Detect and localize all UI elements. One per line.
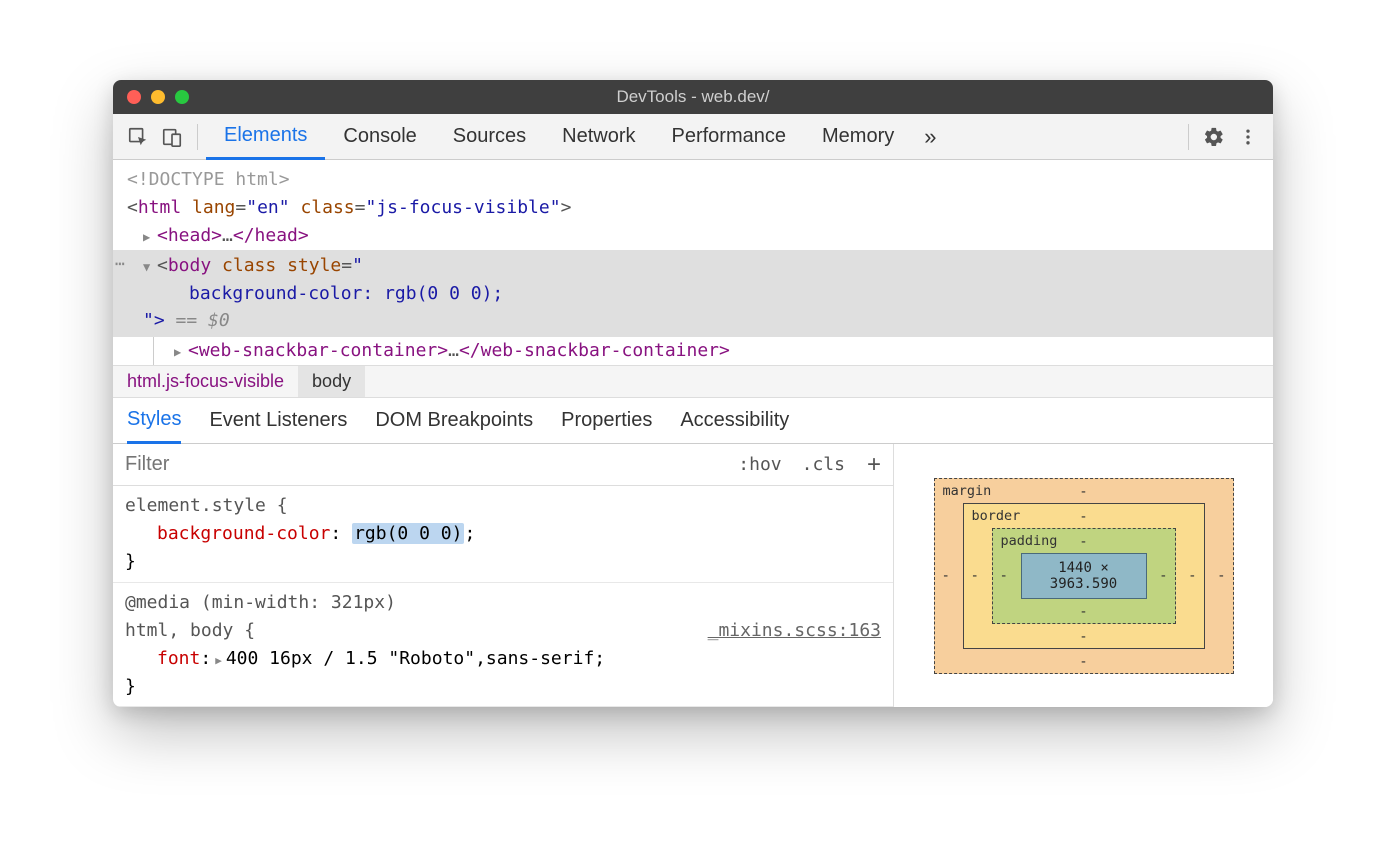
tab-network[interactable]: Network (544, 114, 653, 160)
bm-padding-label: padding (1001, 533, 1058, 549)
dom-snackbar[interactable]: ▶<web-snackbar-container>…</web-snackbar… (153, 337, 1273, 365)
bm-content-size: 1440 × 3963.590 (1021, 553, 1147, 599)
subtab-dom-breakpoints[interactable]: DOM Breakpoints (375, 398, 533, 444)
subtab-properties[interactable]: Properties (561, 398, 652, 444)
dom-tree[interactable]: <!DOCTYPE html> <html lang="en" class="j… (113, 160, 1273, 365)
styles-rules: :hov .cls + element.style { background-c… (113, 444, 893, 707)
styles-filter-input[interactable] (113, 453, 728, 476)
window-title: DevTools - web.dev/ (113, 87, 1273, 107)
cls-toggle[interactable]: .cls (792, 454, 855, 475)
box-model-pane: margin - - - - border - - - - padding - (893, 444, 1273, 707)
hov-toggle[interactable]: :hov (728, 454, 791, 475)
traffic-lights (127, 90, 189, 104)
tab-sources[interactable]: Sources (435, 114, 544, 160)
rule-element-style[interactable]: element.style { background-color: rgb(0 … (113, 486, 893, 583)
crumb-body[interactable]: body (298, 366, 365, 397)
new-style-rule-icon[interactable]: + (855, 451, 893, 479)
tab-console[interactable]: Console (325, 114, 434, 160)
inspect-element-icon[interactable] (121, 120, 155, 154)
main-tabstrip: Elements Console Sources Network Perform… (113, 114, 1273, 160)
bm-border-label: border (972, 508, 1021, 524)
window-titlebar: DevTools - web.dev/ (113, 80, 1273, 114)
tab-separator (1188, 124, 1189, 150)
tab-memory[interactable]: Memory (804, 114, 912, 160)
dom-head[interactable]: ▶<head>…</head> (113, 222, 1273, 250)
dom-doctype[interactable]: <!DOCTYPE html> (113, 166, 1273, 194)
zoom-window-button[interactable] (175, 90, 189, 104)
styles-tabstrip: Styles Event Listeners DOM Breakpoints P… (113, 398, 1273, 444)
close-window-button[interactable] (127, 90, 141, 104)
ellipsis-icon[interactable]: ⋯ (115, 252, 125, 277)
devtools-window: DevTools - web.dev/ Elements Console Sou… (113, 80, 1273, 707)
bm-margin-label: margin (943, 483, 992, 499)
subtab-event-listeners[interactable]: Event Listeners (209, 398, 347, 444)
device-toolbar-icon[interactable] (155, 120, 189, 154)
styles-pane: :hov .cls + element.style { background-c… (113, 444, 1273, 707)
box-model-diagram[interactable]: margin - - - - border - - - - padding - (934, 478, 1234, 674)
source-link[interactable]: _mixins.scss:163 (708, 617, 881, 645)
dom-html-open[interactable]: <html lang="en" class="js-focus-visible"… (113, 194, 1273, 222)
filter-bar: :hov .cls + (113, 444, 893, 486)
tab-performance[interactable]: Performance (654, 114, 805, 160)
crumb-html[interactable]: html.js-focus-visible (113, 366, 298, 397)
rule-media-html-body[interactable]: @media (min-width: 321px) html, body {_m… (113, 583, 893, 708)
more-tabs-icon[interactable]: » (912, 124, 948, 150)
subtab-styles[interactable]: Styles (127, 398, 181, 444)
subtab-accessibility[interactable]: Accessibility (680, 398, 789, 444)
kebab-menu-icon[interactable] (1231, 120, 1265, 154)
tab-separator (197, 124, 198, 150)
minimize-window-button[interactable] (151, 90, 165, 104)
settings-icon[interactable] (1197, 120, 1231, 154)
tab-elements[interactable]: Elements (206, 114, 325, 160)
breadcrumb: html.js-focus-visible body (113, 365, 1273, 398)
dom-body-selected[interactable]: ⋯ ▼<body class style=" background-color:… (113, 250, 1273, 338)
